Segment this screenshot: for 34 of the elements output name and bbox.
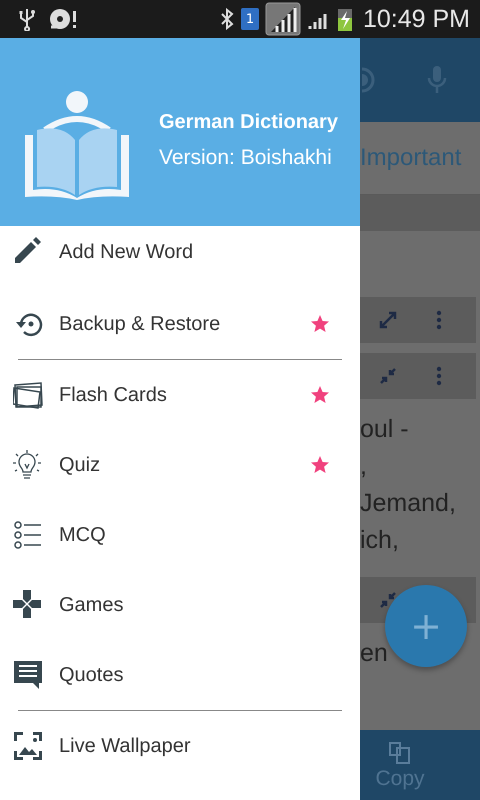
speaker-icon[interactable] xyxy=(362,65,376,95)
drawer-item[interactable]: Live Wallpaper xyxy=(0,711,360,781)
app-version: Version: Boishakhi xyxy=(159,146,333,170)
drawer-item[interactable]: Quiz xyxy=(0,430,360,500)
battery-charging-icon xyxy=(336,7,353,31)
cards-icon xyxy=(13,380,43,410)
list-icon xyxy=(13,520,43,550)
microphone-icon[interactable] xyxy=(426,65,448,95)
expand-icon[interactable] xyxy=(378,310,398,330)
collapse-icon[interactable] xyxy=(378,590,398,610)
more-options-icon[interactable] xyxy=(436,310,442,330)
drawer-item[interactable]: Games xyxy=(0,570,360,640)
drawer-item[interactable]: Add New Word xyxy=(0,226,360,289)
drawer-item[interactable]: Flash Cards xyxy=(0,360,360,430)
usb-icon xyxy=(18,7,36,31)
more-options-icon[interactable] xyxy=(436,366,442,386)
speech-bubble-icon xyxy=(13,660,43,690)
light-bulb-icon xyxy=(13,450,43,480)
drawer-item[interactable]: MCQ xyxy=(0,500,360,570)
dpad-icon xyxy=(13,590,43,620)
collapse-icon[interactable] xyxy=(378,366,398,386)
image-frame-icon xyxy=(13,731,43,761)
bluetooth-icon xyxy=(218,7,235,31)
word-text: ich, xyxy=(360,526,400,556)
disc-alert-icon xyxy=(48,7,78,31)
drawer-item[interactable]: Quotes xyxy=(0,640,360,710)
copy-icon xyxy=(387,739,413,765)
word-text: , xyxy=(360,452,368,482)
word-text: Jemand, xyxy=(360,489,457,519)
sim-card-icon: 1 xyxy=(240,8,259,30)
word-text: oul - xyxy=(360,415,410,445)
drawer-item[interactable]: Backup & Restore xyxy=(0,289,360,359)
app-title: German Dictionary xyxy=(159,110,338,134)
status-time: 10:49 PM xyxy=(362,4,470,34)
